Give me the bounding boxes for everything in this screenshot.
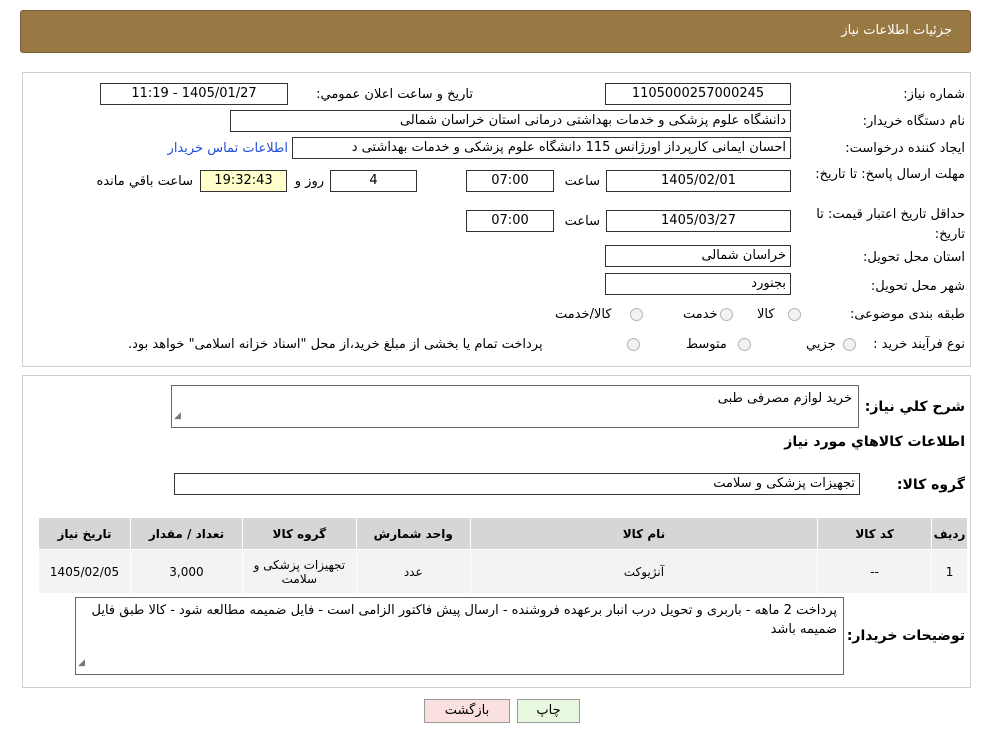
col-unit: واحد شمارش bbox=[355, 517, 471, 550]
cell-need-date: 1405/02/05 bbox=[37, 549, 132, 594]
cell-row-number: 1 bbox=[931, 549, 968, 594]
province-label: استان محل تحویل: bbox=[863, 250, 965, 265]
items-section-title: اطلاعات كالاهاي مورد نیاز bbox=[784, 434, 965, 450]
announce-field: 1405/01/27 - 11:19 bbox=[100, 83, 288, 105]
deadline-time-field: 07:00 bbox=[466, 170, 554, 192]
table-header-row: ردیف کد کالا نام کالا واحد شمارش گروه کا… bbox=[37, 517, 968, 550]
col-goods-code: کد کالا bbox=[817, 517, 933, 550]
resize-grip-icon[interactable]: ◢ bbox=[78, 654, 85, 673]
goods-group-label: گروه كالا: bbox=[896, 477, 965, 493]
category-radio-service[interactable] bbox=[720, 308, 733, 321]
resize-grip-icon[interactable]: ◢ bbox=[174, 407, 181, 426]
back-button[interactable]: بازگشت bbox=[424, 699, 510, 723]
table-row: 1 -- آنژیوکت عدد تجهیزات پزشکی و سلامت 3… bbox=[37, 549, 968, 594]
need-number-label: شماره نیاز: bbox=[903, 87, 965, 102]
page-title: جزئیات اطلاعات نیاز bbox=[841, 23, 952, 38]
category-radio-goods[interactable] bbox=[788, 308, 801, 321]
col-goods-group: گروه کالا bbox=[241, 517, 357, 550]
items-table: ردیف کد کالا نام کالا واحد شمارش گروه کا… bbox=[37, 517, 968, 594]
cell-unit: عدد bbox=[355, 549, 471, 594]
process-type-label: نوع فرآیند خرید : bbox=[873, 337, 965, 352]
page-header: جزئیات اطلاعات نیاز bbox=[20, 10, 971, 53]
col-quantity: تعداد / مقدار bbox=[130, 517, 243, 550]
buyer-contact-link[interactable]: اطلاعات تماس خریدار bbox=[168, 141, 288, 156]
category-option-service: خدمت bbox=[683, 307, 718, 322]
summary-label: شرح كلي نیاز: bbox=[864, 399, 965, 415]
buyer-org-label: نام دستگاه خریدار: bbox=[862, 114, 965, 129]
process-radio-medium[interactable] bbox=[738, 338, 751, 351]
cell-goods-group: تجهیزات پزشکی و سلامت bbox=[241, 549, 357, 594]
col-row-number: ردیف bbox=[931, 517, 968, 550]
buyer-org-field: دانشگاه علوم پزشکی و خدمات بهداشتی درمان… bbox=[230, 110, 791, 132]
announce-label: تاریخ و ساعت اعلان عمومي: bbox=[316, 87, 473, 102]
category-option-goods-service: کالا/خدمت bbox=[555, 307, 612, 322]
requester-label: ایجاد کننده درخواست: bbox=[845, 141, 965, 156]
deadline-date-field: 1405/02/01 bbox=[606, 170, 791, 192]
process-option-minor: جزیي bbox=[806, 337, 836, 352]
validity-time-label: ساعت bbox=[564, 214, 600, 229]
cell-goods-name: آنژیوکت bbox=[469, 549, 819, 594]
process-note: پرداخت تمام یا بخشی از مبلغ خرید،از محل … bbox=[128, 337, 543, 352]
need-number-field: 1105000257000245 bbox=[605, 83, 791, 105]
requester-field: احسان ایمانی کارپرداز اورژانس 115 دانشگا… bbox=[292, 137, 791, 159]
col-need-date: تاریخ نیاز bbox=[37, 517, 132, 550]
summary-textarea[interactable]: خرید لوازم مصرفی طبی ◢ bbox=[171, 385, 859, 428]
cell-quantity: 3,000 bbox=[130, 549, 243, 594]
validity-date-field: 1405/03/27 bbox=[606, 210, 791, 232]
category-radio-goods-service[interactable] bbox=[630, 308, 643, 321]
process-option-medium: متوسط bbox=[686, 337, 727, 352]
category-option-goods: کالا bbox=[757, 307, 775, 322]
print-button[interactable]: چاپ bbox=[517, 699, 580, 723]
province-field: خراسان شمالی bbox=[605, 245, 791, 267]
buyer-notes-text: پرداخت 2 ماهه - باربری و تحویل درب انبار… bbox=[91, 603, 837, 637]
buyer-notes-label: توضیحات خریدار: bbox=[846, 628, 965, 644]
cell-goods-code: -- bbox=[817, 549, 933, 594]
remaining-time-field: 19:32:43 bbox=[200, 170, 287, 192]
city-field: بجنورد bbox=[605, 273, 791, 295]
deadline-label: مهلت ارسال پاسخ: تا تاریخ: bbox=[815, 167, 965, 182]
days-remaining-field: 4 bbox=[330, 170, 417, 192]
validity-time-field: 07:00 bbox=[466, 210, 554, 232]
category-label: طبقه بندی موضوعی: bbox=[849, 307, 965, 322]
days-label: روز و bbox=[294, 174, 324, 189]
summary-text: خرید لوازم مصرفی طبی bbox=[717, 391, 852, 406]
buyer-notes-textarea[interactable]: پرداخت 2 ماهه - باربری و تحویل درب انبار… bbox=[75, 597, 844, 675]
validity-label: حداقل تاریخ اعتبار قیمت: تا تاریخ: bbox=[816, 207, 965, 242]
process-radio-treasury[interactable] bbox=[627, 338, 640, 351]
col-goods-name: نام کالا bbox=[469, 517, 819, 550]
goods-group-field: تجهیزات پزشکی و سلامت bbox=[174, 473, 860, 495]
city-label: شهر محل تحویل: bbox=[870, 279, 965, 294]
process-radio-minor[interactable] bbox=[843, 338, 856, 351]
remaining-time-label: ساعت باقي مانده bbox=[96, 174, 193, 189]
deadline-time-label: ساعت bbox=[564, 174, 600, 189]
